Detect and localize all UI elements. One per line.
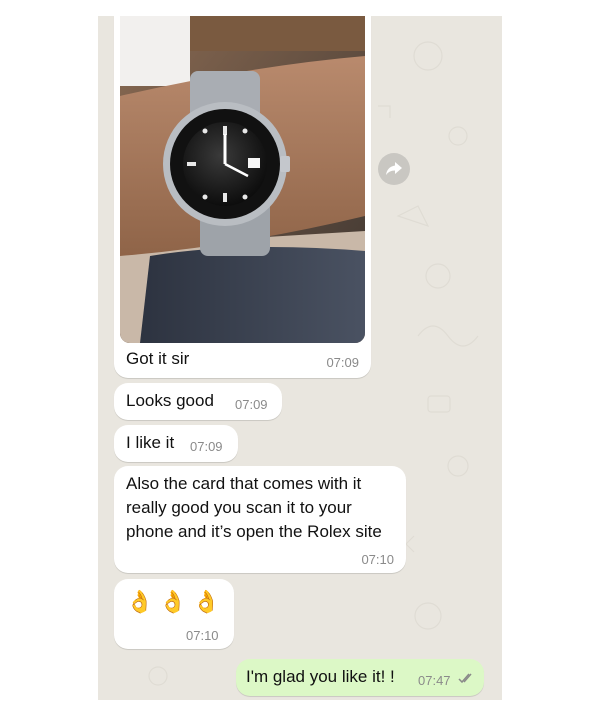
message-time: 07:09 [190, 439, 223, 454]
message-time: 07:09 [235, 397, 268, 412]
message-time: 07:47 [418, 673, 451, 688]
message-time: 07:10 [186, 628, 219, 643]
forward-arrow-icon [386, 162, 402, 175]
message-bubble[interactable]: Also the card that comes with it really … [114, 466, 406, 573]
watch-photo-illustration [120, 16, 365, 343]
message-text: Looks good [126, 391, 214, 410]
message-time: 07:10 [361, 552, 394, 567]
message-bubble[interactable]: I like it 07:09 [114, 425, 238, 462]
forward-button[interactable] [378, 153, 410, 185]
image-message[interactable]: Got it sir 07:09 [114, 16, 371, 378]
image-caption: Got it sir [126, 349, 190, 368]
ok-hand-emojis: 👌👌👌 [126, 589, 227, 614]
message-text: I'm glad you like it! ! [246, 667, 395, 686]
message-text: I like it [126, 433, 175, 452]
double-check-icon [458, 673, 472, 684]
message-text: Also the card that comes with it really … [126, 474, 382, 541]
outgoing-message[interactable]: I'm glad you like it! ! 07:47 [236, 659, 484, 696]
message-time: 07:09 [326, 355, 359, 370]
emoji-message[interactable]: 👌👌👌 07:10 [114, 579, 234, 649]
chat-area: Got it sir 07:09 Looks good 07:09 I like… [98, 16, 502, 700]
watch-photo[interactable] [120, 16, 365, 343]
message-bubble[interactable]: Looks good 07:09 [114, 383, 282, 420]
